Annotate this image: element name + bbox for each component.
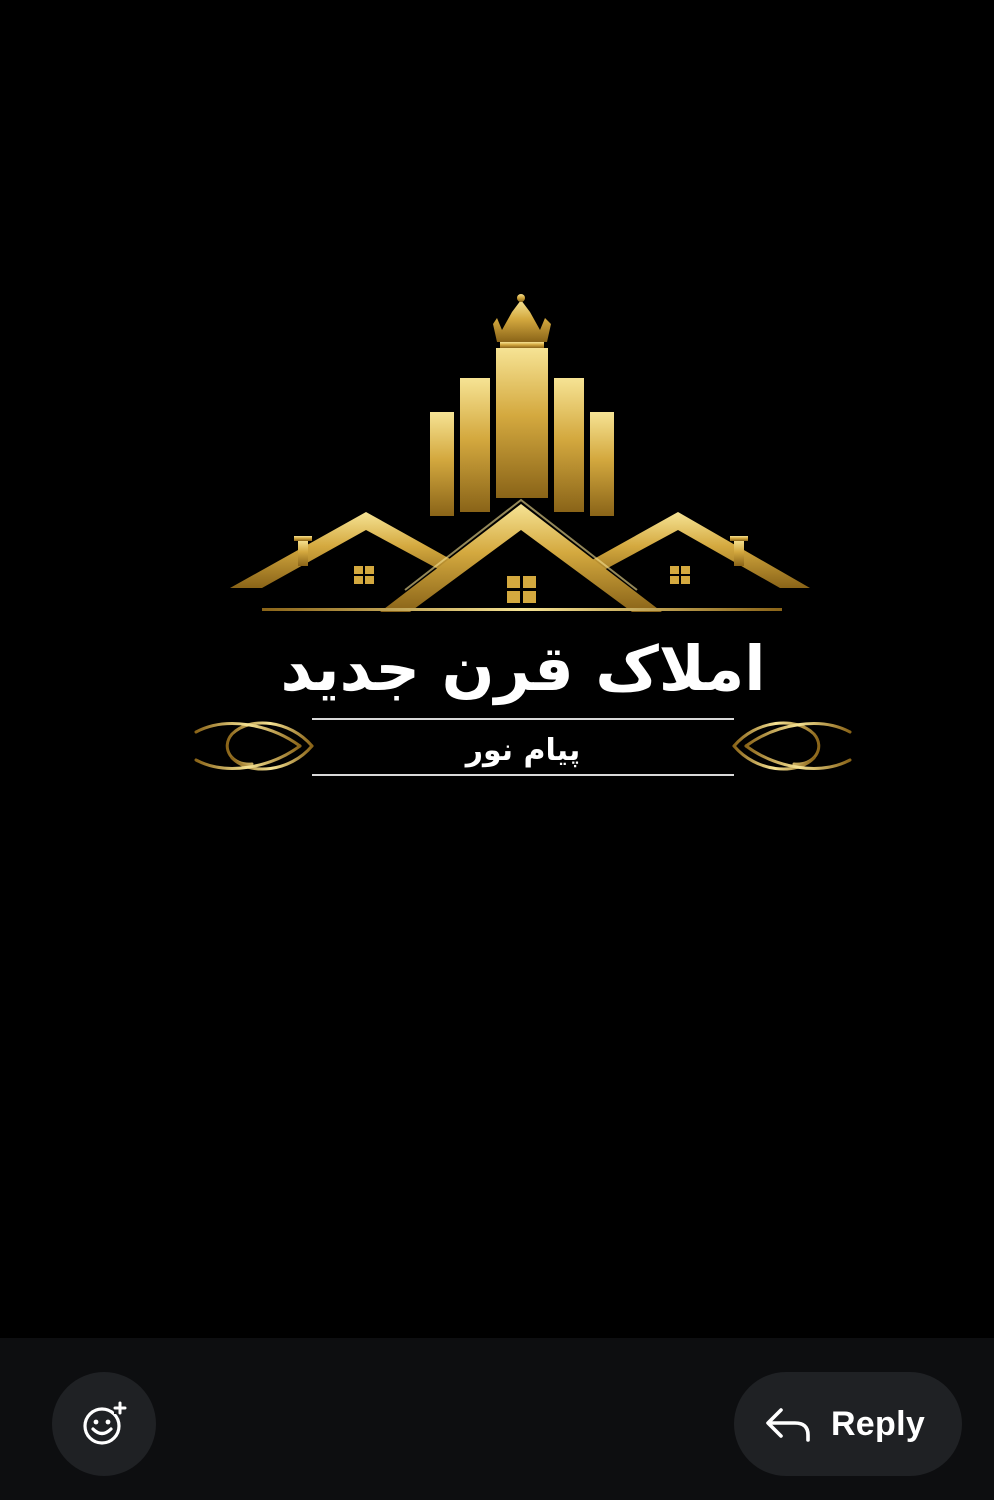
base-line (262, 608, 782, 611)
divider-top (312, 718, 734, 720)
emoji-add-icon (80, 1400, 128, 1448)
react-button[interactable] (52, 1372, 156, 1476)
crown-icon (493, 294, 551, 348)
divider-bottom (312, 774, 734, 776)
left-ornament-icon (191, 721, 314, 771)
right-ornament-icon (732, 721, 855, 771)
logo-subtitle: پیام نور (464, 733, 581, 768)
reply-arrow-icon (763, 1404, 813, 1444)
story-bottom-bar: Reply (0, 1338, 994, 1500)
logo-title: املاک قرن جدید (280, 632, 765, 705)
tower-icon (430, 348, 614, 516)
story-viewer[interactable]: املاک قرن جدید پیام نور (0, 0, 994, 1338)
real-estate-logo: املاک قرن جدید پیام نور (191, 294, 855, 776)
reply-label: Reply (830, 1404, 926, 1443)
left-house-icon (230, 512, 452, 588)
reply-button[interactable]: Reply (734, 1372, 962, 1476)
right-house-icon (592, 512, 810, 588)
